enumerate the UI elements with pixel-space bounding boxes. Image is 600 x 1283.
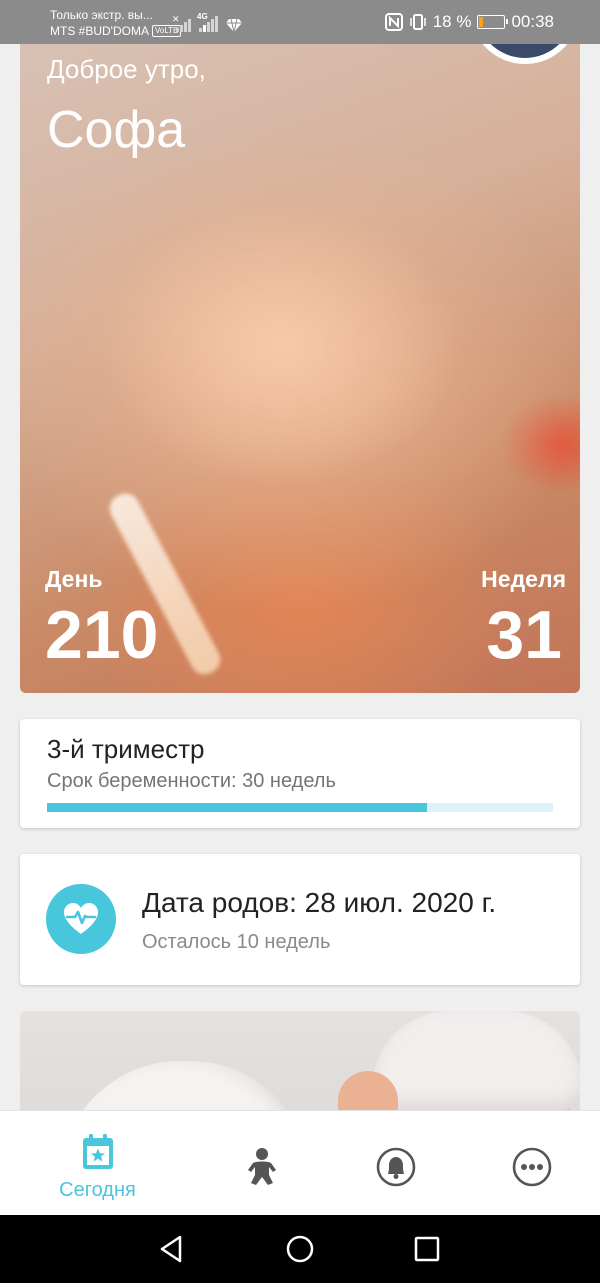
trimester-title: 3-й триместр [47,734,205,764]
avatar[interactable] [470,44,580,64]
trimester-progress [47,803,553,812]
signal-indicators: ✕ 4G [172,12,242,32]
back-icon[interactable] [156,1233,188,1265]
due-date-title: Дата родов: 28 июл. 2020 г. [142,887,497,918]
nfc-icon [384,13,403,31]
baby-icon [248,1148,276,1185]
carrier-line-2: MTS #BUD'DOMA [50,24,149,38]
calendar-star-icon [82,1134,113,1169]
weeks-remaining: Осталось 10 недель [142,931,331,953]
network-type: 4G [197,12,208,21]
due-date-card[interactable]: Дата родов: 28 июл. 2020 г. Осталось 10 … [20,854,580,985]
battery-percent: 18 % [432,12,472,31]
nav-notifications[interactable] [366,1111,426,1216]
nav-today[interactable]: Сегодня [40,1111,155,1216]
vibrate-icon [409,14,426,30]
more-icon [512,1147,552,1187]
system-nav-bar [0,1215,600,1283]
status-bar: Только экстр. вы... MTS #BUD'DOMA VoLTE … [0,0,600,44]
carrier-info: Только экстр. вы... MTS #BUD'DOMA VoLTE [50,7,182,39]
day-value: 210 [45,597,159,673]
clock: 00:38 [511,12,554,31]
greeting-text: Доброе утро, [47,54,206,84]
hero-card[interactable]: Доброе утро, Софа День 210 Неделя 31 [20,44,580,693]
bottom-nav: Сегодня [0,1110,600,1215]
carrier-line-1: Только экстр. вы... [50,8,153,22]
diamond-icon [226,18,242,32]
battery-icon [477,15,509,29]
signal-1-icon: ✕ [172,14,191,32]
user-name: Софа [47,101,186,159]
bell-icon [376,1147,416,1187]
home-icon[interactable] [284,1233,316,1265]
nav-more[interactable] [502,1111,562,1216]
newborn-hat-image [372,1011,580,1111]
week-value: 31 [486,597,562,673]
day-label: День [45,566,103,592]
nav-baby[interactable] [232,1111,292,1216]
nav-today-label: Сегодня [59,1179,136,1201]
recents-icon[interactable] [411,1233,443,1265]
pregnancy-term: Срок беременности: 30 недель [47,770,336,792]
signal-2-icon: 4G [197,12,218,32]
heart-pulse-icon [46,884,116,954]
trimester-card[interactable]: 3-й триместр Срок беременности: 30 недел… [20,719,580,828]
status-right: 18 % 00:38 [384,12,554,32]
week-label: Неделя [481,566,566,592]
trimester-progress-fill [47,803,427,812]
article-image-card[interactable] [20,1011,580,1121]
